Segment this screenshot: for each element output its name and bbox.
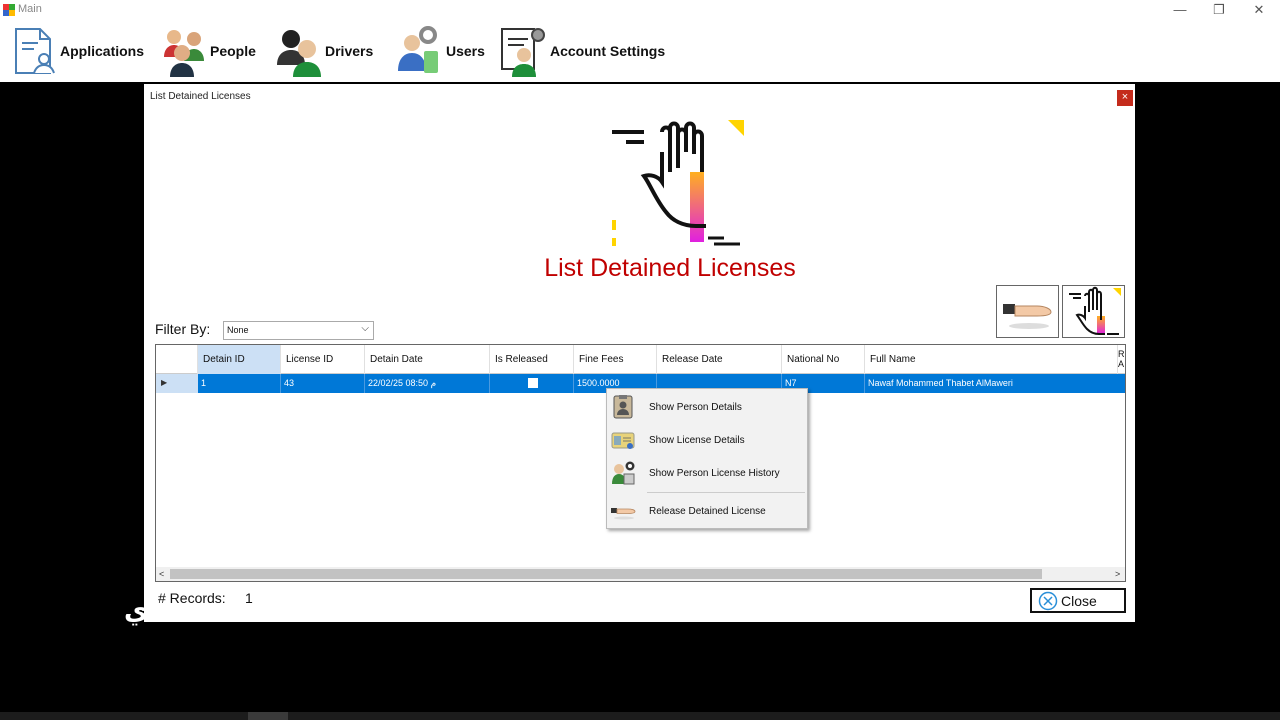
row-context-menu: Show Person Details Show License Details… bbox=[606, 388, 808, 529]
page-title: List Detained Licenses bbox=[544, 254, 796, 282]
column-header-license-id[interactable]: License ID bbox=[281, 345, 365, 374]
menu-users-label: Users bbox=[446, 43, 485, 59]
menu-applications[interactable]: Applications bbox=[10, 22, 144, 80]
grid-corner-cell[interactable] bbox=[156, 345, 198, 374]
row-indicator-icon[interactable]: ▶ bbox=[156, 374, 198, 393]
drivers-icon bbox=[277, 30, 321, 77]
context-menu-item-show-license-details[interactable]: Show License Details bbox=[607, 424, 807, 454]
dialog-close-button[interactable]: × bbox=[1117, 90, 1133, 106]
users-icon bbox=[398, 26, 438, 73]
column-header-release-date[interactable]: Release Date bbox=[657, 345, 782, 374]
menu-drivers-label: Drivers bbox=[325, 43, 374, 59]
menu-applications-label: Applications bbox=[60, 43, 145, 59]
detained-hand-icon bbox=[612, 120, 744, 246]
column-header-is-released[interactable]: Is Released bbox=[490, 345, 574, 374]
column-header-cut-off[interactable]: RA bbox=[1118, 349, 1125, 369]
column-header-fine-fees[interactable]: Fine Fees bbox=[574, 345, 657, 374]
scroll-right-icon[interactable]: > bbox=[1115, 567, 1120, 581]
main-menubar: Applications People Drivers Users Accoun… bbox=[0, 22, 1280, 82]
filter-label: Filter By: bbox=[155, 321, 211, 337]
release-hand-icon bbox=[1003, 304, 1052, 329]
context-menu-item-show-person-details[interactable]: Show Person Details bbox=[607, 391, 807, 421]
menu-drivers[interactable]: Drivers bbox=[275, 22, 373, 80]
dialog-title: List Detained Licenses bbox=[150, 91, 251, 102]
records-label: # Records: bbox=[158, 590, 226, 606]
main-titlebar: Main — ❐ ✕ bbox=[0, 0, 1280, 22]
license-history-icon bbox=[612, 461, 635, 485]
menu-account-settings-label: Account Settings bbox=[550, 43, 666, 59]
menu-people[interactable]: People bbox=[160, 22, 256, 80]
scroll-left-icon[interactable]: < bbox=[159, 567, 164, 581]
taskbar-active-item[interactable] bbox=[248, 712, 288, 720]
release-hand-icon bbox=[611, 508, 636, 520]
cell-detain-date[interactable]: 22/02/25 08:50 م bbox=[365, 374, 490, 393]
column-header-detain-date[interactable]: Detain Date bbox=[365, 345, 490, 374]
cell-license-id[interactable]: 43 bbox=[281, 374, 365, 393]
app-icon bbox=[3, 4, 15, 16]
is-released-checkbox[interactable] bbox=[528, 378, 538, 388]
window-title: Main bbox=[18, 3, 42, 15]
close-window-button[interactable]: ✕ bbox=[1239, 0, 1279, 22]
detain-hand-icon bbox=[1069, 286, 1121, 335]
context-menu-item-show-person-license-history[interactable]: Show Person License History bbox=[607, 457, 807, 487]
cell-detain-id[interactable]: 1 bbox=[198, 374, 281, 393]
list-detained-licenses-dialog: List Detained Licenses × List Detained L… bbox=[144, 84, 1135, 622]
records-count: 1 bbox=[245, 590, 253, 606]
menu-people-label: People bbox=[210, 43, 256, 59]
context-menu-label: Show Person Details bbox=[649, 402, 742, 413]
cell-is-released[interactable] bbox=[490, 374, 574, 393]
detain-license-button[interactable] bbox=[1062, 285, 1125, 338]
column-header-full-name[interactable]: Full Name bbox=[865, 345, 1118, 374]
people-icon bbox=[164, 30, 204, 77]
column-header-detain-id[interactable]: Detain ID bbox=[198, 345, 281, 374]
filter-select[interactable]: None ⌵ bbox=[223, 321, 374, 340]
horizontal-scrollbar[interactable]: < > bbox=[156, 567, 1125, 581]
close-icon bbox=[1038, 591, 1058, 610]
filter-selected-value: None bbox=[227, 325, 249, 335]
chevron-down-icon: ⌵ bbox=[361, 323, 369, 334]
context-menu-label: Show License Details bbox=[649, 435, 745, 446]
close-button-label: Close bbox=[1061, 592, 1097, 609]
menu-users[interactable]: Users bbox=[396, 22, 485, 80]
scrollbar-thumb[interactable] bbox=[170, 569, 1042, 579]
grid-header: Detain ID License ID Detain Date Is Rele… bbox=[156, 345, 1125, 374]
account-settings-icon bbox=[501, 28, 545, 77]
license-card-icon bbox=[611, 432, 635, 449]
context-menu-label: Release Detained License bbox=[649, 506, 766, 517]
release-detained-license-button[interactable] bbox=[996, 285, 1059, 338]
context-menu-separator bbox=[647, 492, 805, 493]
taskbar bbox=[0, 712, 1280, 720]
context-menu-label: Show Person License History bbox=[649, 468, 780, 479]
menu-account-settings[interactable]: Account Settings bbox=[500, 22, 665, 80]
person-card-icon bbox=[613, 395, 633, 419]
applications-icon bbox=[15, 28, 55, 74]
cell-full-name[interactable]: Nawaf Mohammed Thabet AlMaweri bbox=[865, 374, 1125, 393]
close-button[interactable]: Close bbox=[1030, 588, 1126, 613]
restore-button[interactable]: ❐ bbox=[1199, 0, 1239, 22]
context-menu-item-release-detained-license[interactable]: Release Detained License bbox=[607, 495, 807, 525]
minimize-button[interactable]: — bbox=[1160, 0, 1200, 22]
column-header-national-no[interactable]: National No bbox=[782, 345, 865, 374]
